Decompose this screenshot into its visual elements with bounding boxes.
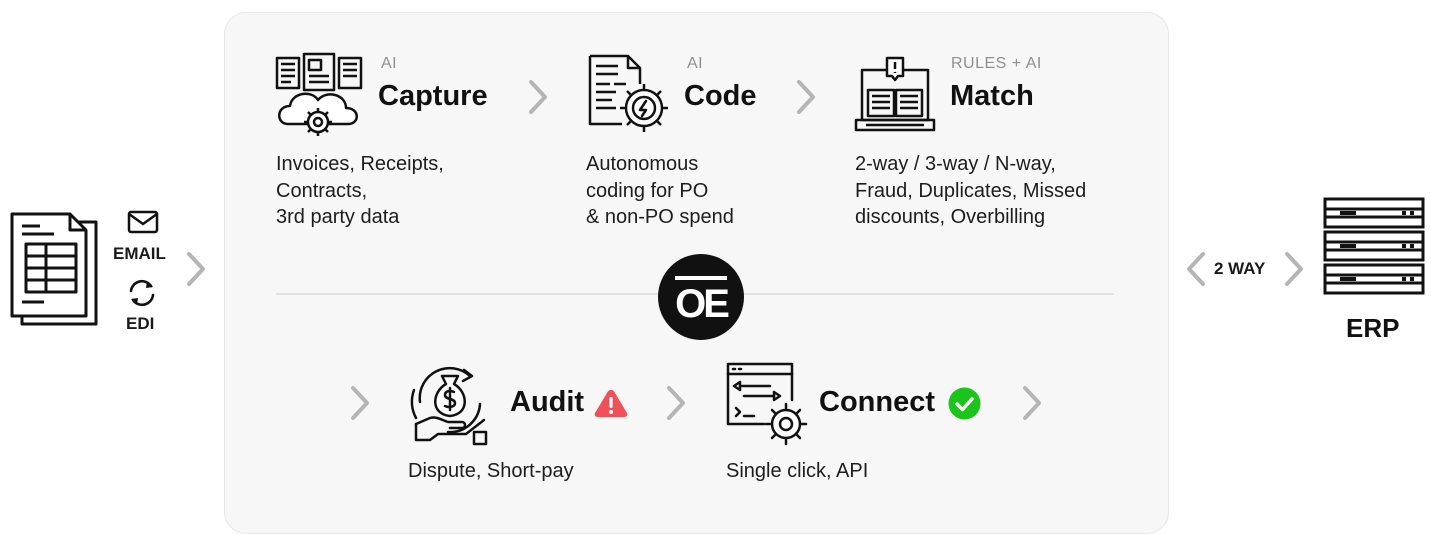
chevron-right-icon (667, 386, 685, 420)
audit-title: Audit (510, 386, 585, 418)
checkmark-icon (948, 387, 981, 420)
chevron-right-icon (1023, 386, 1041, 420)
code-window-gear-icon (726, 362, 808, 446)
capture-tag: AI (381, 55, 398, 72)
connect-description: Single click, API (726, 460, 869, 482)
match-description-line: discounts, Overbilling (855, 206, 1046, 228)
code-description: Autonomous coding for PO & non-PO spend (586, 151, 734, 231)
server-rack-icon (1323, 197, 1425, 295)
match-description: 2-way / 3-way / N-way, Fraud, Duplicates… (855, 151, 1086, 231)
erp-label: ERP (1346, 313, 1400, 343)
chevron-right-icon (187, 252, 205, 286)
code-tag: AI (687, 55, 704, 72)
code-description-line: Autonomous (586, 153, 699, 175)
money-bag-hand-icon (410, 366, 488, 446)
capture-description: Invoices, Receipts, Contracts, 3rd party… (276, 151, 444, 231)
laptop-alert-book-icon (854, 56, 936, 132)
logo-text: OE (675, 282, 730, 326)
capture-description-line: Contracts, (276, 179, 368, 202)
code-description-line: & non-PO spend (586, 206, 734, 228)
match-tag: RULES + AI (951, 55, 1042, 72)
chevron-right-icon (529, 80, 547, 114)
connect-title: Connect (819, 386, 935, 418)
warning-icon (594, 390, 628, 417)
code-description-line: coding for PO (586, 179, 709, 202)
oe-logo: OE (658, 254, 744, 340)
chevron-right-icon (1285, 252, 1303, 286)
two-way-label: 2 WAY (1214, 259, 1266, 278)
audit-description: Dispute, Short-pay (408, 460, 574, 482)
sync-icon (129, 279, 155, 307)
chevron-left-icon (1187, 252, 1205, 286)
match-title: Match (950, 80, 1034, 112)
match-description-line: 2-way / 3-way / N-way, (855, 153, 1056, 175)
cloud-documents-gear-icon (275, 52, 363, 136)
logo-overline (675, 276, 727, 280)
chevron-right-icon (351, 386, 369, 420)
document-gear-icon (588, 54, 668, 132)
envelope-icon (127, 210, 159, 234)
capture-description-line: Invoices, Receipts, (276, 153, 444, 175)
capture-description-line: 3rd party data (276, 206, 400, 228)
email-label: EMAIL (113, 244, 166, 263)
code-title: Code (684, 80, 757, 112)
capture-title: Capture (378, 80, 488, 112)
invoice-document-icon (10, 212, 98, 326)
edi-label: EDI (126, 314, 155, 333)
match-description-line: Fraud, Duplicates, Missed (855, 179, 1087, 202)
chevron-right-icon (797, 80, 815, 114)
